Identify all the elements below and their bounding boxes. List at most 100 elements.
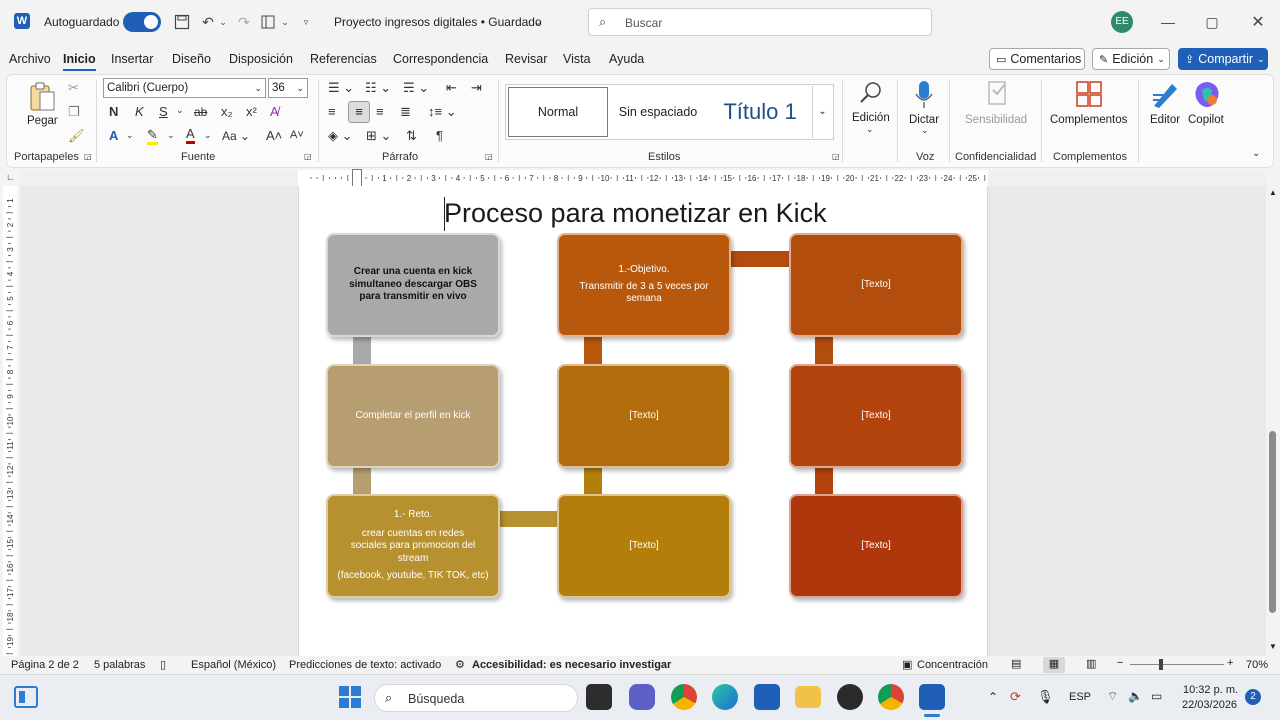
bold-button[interactable]: N xyxy=(109,104,118,119)
vertical-ruler[interactable]: 12345678910111213141516171819 xyxy=(0,186,20,656)
shrink-font-icon[interactable]: A˅ xyxy=(290,129,304,141)
process-box[interactable]: [Texto] xyxy=(557,364,731,468)
volume-icon[interactable]: 🔈 xyxy=(1128,689,1143,703)
menu-disposicion[interactable]: Disposición xyxy=(229,52,293,66)
dialog-launcher-icon[interactable]: ◲ xyxy=(84,152,92,161)
word-count[interactable]: 5 palabras xyxy=(94,659,145,671)
menu-inicio[interactable]: Inicio xyxy=(63,52,96,71)
shading-icon[interactable]: ◈ ⌄ xyxy=(328,128,353,144)
chevron-down-icon[interactable]: ⌄ xyxy=(532,12,544,32)
align-right-icon[interactable]: ≡ xyxy=(376,104,384,119)
edge-icon[interactable] xyxy=(712,684,738,710)
process-box[interactable]: [Texto] xyxy=(789,494,963,598)
line-spacing-icon[interactable]: ↕≡ ⌄ xyxy=(428,104,457,120)
process-box[interactable]: [Texto] xyxy=(789,233,963,337)
language-indicator[interactable]: ESP xyxy=(1069,691,1091,703)
copy-icon[interactable]: ❐ xyxy=(68,104,80,120)
zoom-slider[interactable] xyxy=(1130,664,1224,665)
process-box[interactable]: Completar el perfil en kick xyxy=(326,364,500,468)
collapse-ribbon-icon[interactable]: ⌄ xyxy=(1252,148,1260,159)
battery-icon[interactable]: ▭ xyxy=(1151,689,1162,703)
chrome-profile-icon[interactable] xyxy=(878,684,904,710)
word-taskbar-icon[interactable] xyxy=(919,684,945,710)
web-layout-icon[interactable]: ▥ xyxy=(1086,657,1096,670)
style-no-spacing[interactable]: Sin espaciado xyxy=(611,86,705,138)
process-box[interactable]: [Texto] xyxy=(557,494,731,598)
paste-label[interactable]: Pegar xyxy=(27,115,58,127)
highlight-icon[interactable]: ✎ xyxy=(147,128,158,145)
maximize-icon[interactable]: ▢ xyxy=(1202,10,1222,34)
find-icon[interactable] xyxy=(858,80,884,106)
font-name-select[interactable]: Calibri (Cuerpo) ⌄ xyxy=(103,78,266,98)
menu-revisar[interactable]: Revisar xyxy=(505,52,547,66)
menu-correspondencia[interactable]: Correspondencia xyxy=(393,52,488,66)
menu-diseno[interactable]: Diseño xyxy=(172,52,211,66)
dialog-launcher-icon[interactable]: ◲ xyxy=(832,152,840,161)
process-box[interactable]: 1.- Reto. crear cuentas en redes sociale… xyxy=(326,494,500,598)
customize-toolbar-icon[interactable]: ▿ xyxy=(300,12,312,32)
copilot-label[interactable]: Copilot xyxy=(1188,114,1224,126)
document-heading[interactable]: Proceso para monetizar en Kick xyxy=(444,198,827,229)
chevron-down-icon[interactable]: ⌄ xyxy=(866,124,874,135)
file-explorer-dark-icon[interactable] xyxy=(586,684,612,710)
numbering-icon[interactable]: ☷ ⌄ xyxy=(365,80,391,96)
chevron-down-icon[interactable]: ⌄ xyxy=(126,130,134,141)
pilcrow-icon[interactable]: ¶ xyxy=(436,128,443,143)
subscript-icon[interactable]: x₂ xyxy=(221,104,233,119)
chevron-down-icon[interactable]: ⌄ xyxy=(218,12,228,32)
scroll-up-icon[interactable]: ▲ xyxy=(1269,188,1277,197)
bullets-icon[interactable]: ☰ ⌄ xyxy=(328,80,354,96)
underline-button[interactable]: S xyxy=(159,104,168,119)
sort-icon[interactable]: ⇅ xyxy=(406,128,417,144)
align-center-button[interactable]: ≡ xyxy=(348,101,370,123)
menu-referencias[interactable]: Referencias xyxy=(310,52,377,66)
chevron-down-icon[interactable]: ⌄ xyxy=(167,130,175,141)
copilot-icon[interactable] xyxy=(1192,80,1222,110)
text-effects-icon[interactable]: A xyxy=(109,128,118,143)
paste-icon[interactable] xyxy=(28,82,56,112)
editing-group-label[interactable]: Edición xyxy=(852,112,890,124)
zoom-level[interactable]: 70% xyxy=(1246,659,1268,671)
chevron-down-icon[interactable]: ⌄ xyxy=(280,12,290,32)
menu-insertar[interactable]: Insertar xyxy=(111,52,153,66)
share-button[interactable]: ⇪ Compartir ⌄ xyxy=(1178,48,1268,70)
read-mode-icon[interactable]: ▤ xyxy=(1011,657,1021,670)
style-normal[interactable]: Normal xyxy=(508,87,608,137)
process-box[interactable]: [Texto] xyxy=(789,364,963,468)
strikethrough-button[interactable]: ab xyxy=(194,105,207,119)
italic-button[interactable]: K xyxy=(135,104,144,119)
teams-icon[interactable] xyxy=(629,684,655,710)
font-color-icon[interactable]: A xyxy=(186,127,195,144)
decrease-indent-icon[interactable]: ⇤ xyxy=(446,80,457,96)
scroll-down-icon[interactable]: ▼ xyxy=(1269,642,1277,651)
chevron-down-icon[interactable]: ⌄ xyxy=(176,105,184,116)
format-painter-icon[interactable]: 🖌 xyxy=(68,128,85,144)
text-predictions-status[interactable]: Predicciones de texto: activado xyxy=(289,659,441,671)
layout-icon[interactable] xyxy=(258,12,278,32)
comments-button[interactable]: ▭ Comentarios xyxy=(989,48,1085,70)
vertical-scrollbar[interactable]: ▲ ▼ xyxy=(1266,186,1280,656)
save-icon[interactable] xyxy=(172,12,192,32)
language-status[interactable]: Español (México) xyxy=(191,659,276,671)
autosave-toggle[interactable] xyxy=(123,12,161,32)
microphone-icon[interactable] xyxy=(914,80,934,110)
redo-icon[interactable]: ↷ xyxy=(234,12,254,32)
menu-vista[interactable]: Vista xyxy=(563,52,591,66)
process-box[interactable]: Crear una cuenta en kick simultaneo desc… xyxy=(326,233,500,337)
menu-archivo[interactable]: Archivo xyxy=(9,52,51,66)
style-heading1[interactable]: Título 1 xyxy=(712,86,808,138)
zoom-slider-thumb[interactable] xyxy=(1159,659,1163,670)
addins-icon[interactable] xyxy=(1075,80,1103,108)
borders-icon[interactable]: ⊞ ⌄ xyxy=(366,128,391,144)
taskbar-search[interactable]: ⌕ Búsqueda xyxy=(374,684,578,712)
addins-label[interactable]: Complementos xyxy=(1050,114,1127,126)
focus-mode-button[interactable]: Concentración xyxy=(917,659,988,671)
proofing-icon[interactable]: ▯ xyxy=(160,658,166,671)
document-title[interactable]: Proyecto ingresos digitales • Guardado xyxy=(334,15,542,29)
chrome-icon[interactable] xyxy=(671,684,697,710)
print-layout-icon[interactable]: ▦ xyxy=(1043,657,1065,673)
horizontal-ruler[interactable]: 1 2 3 4 5 6 7 8 9 10 11 12 13 14 15 16 17 18 19 20 21 22 23 24 2… xyxy=(298,170,988,186)
multilevel-list-icon[interactable]: ☴ ⌄ xyxy=(403,80,429,96)
wifi-icon[interactable]: ⌔ xyxy=(1107,689,1118,704)
widgets-icon[interactable] xyxy=(14,686,38,708)
